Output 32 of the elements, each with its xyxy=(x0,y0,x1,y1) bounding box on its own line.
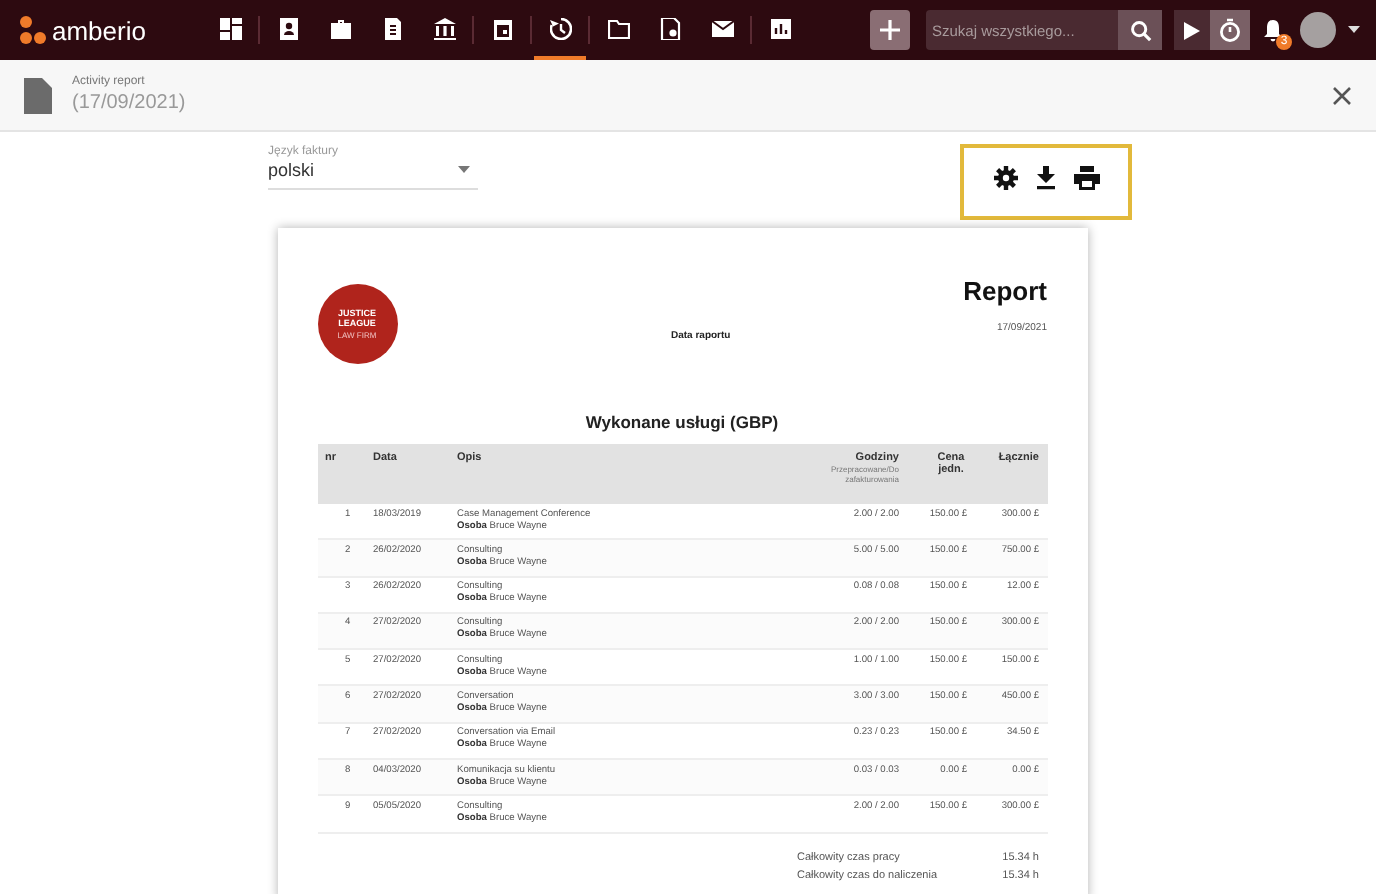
contacts-icon[interactable] xyxy=(277,17,299,39)
file-icon[interactable] xyxy=(659,17,681,39)
section-title: Wykonane usługi (GBP) xyxy=(583,412,781,432)
close-icon[interactable] xyxy=(1332,85,1352,105)
report-date: (17/09/2021) xyxy=(72,92,186,114)
bell-icon[interactable] xyxy=(1262,18,1284,42)
play-icon[interactable] xyxy=(1184,21,1200,39)
stopwatch-icon[interactable] xyxy=(1218,18,1242,42)
dashboard-icon[interactable] xyxy=(219,17,241,39)
add-button[interactable] xyxy=(870,10,910,50)
document-icon[interactable] xyxy=(381,17,403,39)
report-title: Report xyxy=(963,276,1047,306)
bank-icon[interactable] xyxy=(433,17,455,39)
calendar-icon[interactable] xyxy=(491,17,513,39)
search-icon[interactable] xyxy=(1129,19,1151,41)
settings-icon[interactable] xyxy=(993,166,1017,190)
folder-icon[interactable] xyxy=(607,17,629,39)
print-icon[interactable] xyxy=(1073,166,1099,190)
search-button[interactable] xyxy=(1118,10,1162,50)
document-icon xyxy=(24,77,52,113)
app-logo[interactable]: amberio xyxy=(52,15,146,45)
mail-icon[interactable] xyxy=(711,17,733,39)
chart-icon[interactable] xyxy=(769,17,791,39)
play-button[interactable] xyxy=(1174,10,1210,50)
avatar[interactable] xyxy=(1300,12,1336,48)
download-icon[interactable] xyxy=(1035,166,1055,190)
caret-icon[interactable] xyxy=(1348,26,1360,34)
timer-button[interactable] xyxy=(1210,10,1250,50)
logo-icon xyxy=(16,14,48,46)
clock-icon[interactable] xyxy=(549,17,571,39)
briefcase-icon[interactable] xyxy=(329,17,351,39)
plus-icon[interactable] xyxy=(880,20,900,40)
